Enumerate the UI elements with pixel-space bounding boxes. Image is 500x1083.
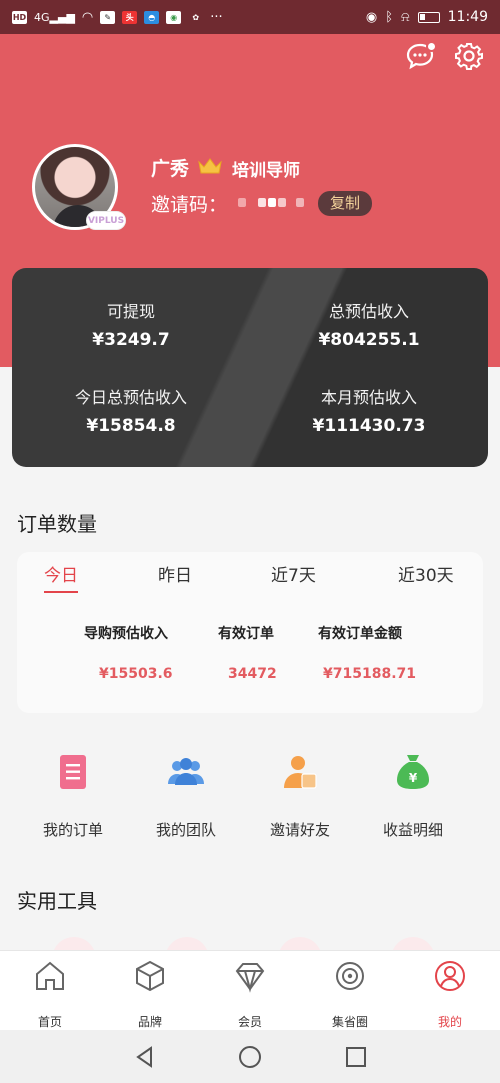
- nav-home[interactable]: 首页: [10, 959, 90, 1030]
- tab-7-days[interactable]: 近7天: [271, 561, 316, 586]
- withdrawable-value: ¥3249.7: [92, 330, 170, 350]
- today-estimate-value: ¥15854.8: [86, 416, 176, 436]
- valid-orders-label: 有效订单: [218, 626, 274, 642]
- eye-icon: ◉: [365, 9, 378, 25]
- nav-circle[interactable]: 集省圈: [310, 959, 390, 1030]
- team-icon: [168, 758, 204, 785]
- nav-profile-label: 我的: [437, 1015, 462, 1029]
- nav-profile[interactable]: 我的: [410, 959, 490, 1030]
- nav-home-label: 首页: [37, 1015, 62, 1029]
- home-icon: [36, 961, 64, 990]
- nav-member-label: 会员: [237, 1015, 262, 1029]
- tab-30-days[interactable]: 近30天: [398, 561, 454, 586]
- battery-icon: [417, 11, 440, 23]
- more-icon: ···: [210, 9, 223, 25]
- invite-friend-icon: [284, 756, 317, 789]
- order-count-title: 订单数量: [17, 512, 97, 536]
- user-role: 培训导师: [232, 161, 300, 181]
- browser-app-icon: ◓: [144, 10, 160, 24]
- my-team-button[interactable]: 我的团队: [136, 752, 236, 840]
- diamond-icon: [235, 963, 265, 993]
- earnings-detail-label: 收益明细: [382, 821, 443, 839]
- valid-amount-value: ¥715188.71: [323, 666, 416, 682]
- clock: 11:49: [447, 9, 488, 25]
- my-orders-button[interactable]: 我的订单: [23, 752, 123, 840]
- withdrawable-cell[interactable]: 可提现 ¥3249.7: [12, 298, 250, 350]
- brand-cube-icon: [136, 960, 164, 992]
- order-list-icon: [60, 755, 86, 789]
- invite-friends-label: 邀请好友: [269, 821, 330, 839]
- nav-brand-label: 品牌: [137, 1015, 162, 1029]
- user-name: 广秀: [151, 158, 190, 180]
- month-estimate-cell[interactable]: 本月预估收入 ¥111430.73: [250, 384, 488, 436]
- wechat-app-icon: ✿: [192, 12, 200, 22]
- earnings-card: 可提现 ¥3249.7 总预估收入 ¥804255.1 今日总预估收入 ¥158…: [12, 268, 488, 467]
- valid-amount-label: 有效订单金额: [318, 626, 402, 642]
- active-tab-indicator: [44, 591, 78, 593]
- system-nav-bar: [0, 1030, 500, 1083]
- wifi-icon: ◠: [81, 9, 94, 25]
- nav-member[interactable]: 会员: [210, 959, 290, 1030]
- today-estimate-cell[interactable]: 今日总预估收入 ¥15854.8: [12, 384, 250, 436]
- gear-icon[interactable]: [454, 41, 484, 71]
- signal-icon: 4G▂▄▆: [34, 10, 75, 24]
- withdrawable-label: 可提现: [106, 302, 155, 321]
- copy-button[interactable]: 复制: [318, 191, 372, 216]
- mute-bell-icon: ⍾: [401, 9, 410, 25]
- total-estimate-label: 总预估收入: [328, 302, 409, 321]
- tools-title: 实用工具: [17, 889, 97, 913]
- total-estimate-cell[interactable]: 总预估收入 ¥804255.1: [250, 298, 488, 350]
- tab-yesterday[interactable]: 昨日: [158, 561, 192, 586]
- month-estimate-label: 本月预估收入: [320, 388, 417, 407]
- earnings-detail-button[interactable]: ¥ 收益明细: [363, 752, 463, 840]
- chrome-app-icon: ◉: [166, 10, 182, 24]
- bottom-tab-bar: 首页 品牌 会员 集省圈 我的: [0, 950, 500, 1030]
- today-estimate-label: 今日总预估收入: [74, 388, 187, 407]
- back-icon[interactable]: [132, 1044, 158, 1070]
- my-orders-label: 我的订单: [42, 821, 103, 839]
- guide-income-value: ¥15503.6: [99, 666, 173, 682]
- vip-badge: VIPLUS: [86, 211, 126, 230]
- my-team-label: 我的团队: [155, 821, 216, 839]
- network-type: 4G: [34, 10, 50, 24]
- svg-text:¥: ¥: [409, 771, 418, 785]
- news-app-icon: 头: [122, 10, 138, 24]
- hd-icon: HD: [12, 10, 27, 24]
- nav-circle-label: 集省圈: [331, 1015, 368, 1029]
- unread-dot: [426, 41, 437, 52]
- status-bar: HD 4G▂▄▆ ◠ ✎ 头 ◓ ◉ ✿ ··· ◉ ᛒ ⍾ 11:49: [0, 0, 500, 34]
- invite-code-masked: [236, 194, 308, 210]
- tab-today[interactable]: 今日: [44, 561, 78, 586]
- invite-friends-button[interactable]: 邀请好友: [250, 752, 350, 840]
- money-bag-icon: ¥: [397, 755, 429, 789]
- bluetooth-icon: ᛒ: [385, 9, 394, 25]
- month-estimate-value: ¥111430.73: [312, 416, 426, 436]
- home-button-icon[interactable]: [237, 1044, 263, 1070]
- profile-icon: [435, 961, 465, 991]
- notes-app-icon: ✎: [100, 10, 116, 24]
- invite-code-label: 邀请码：: [151, 194, 228, 216]
- nav-brand[interactable]: 品牌: [110, 959, 190, 1030]
- circle-icon: [336, 962, 364, 990]
- recent-apps-icon[interactable]: [343, 1044, 369, 1070]
- total-estimate-value: ¥804255.1: [318, 330, 420, 350]
- valid-orders-value: 34472: [228, 666, 277, 682]
- guide-income-label: 导购预估收入: [84, 626, 168, 642]
- crown-icon: [198, 158, 222, 174]
